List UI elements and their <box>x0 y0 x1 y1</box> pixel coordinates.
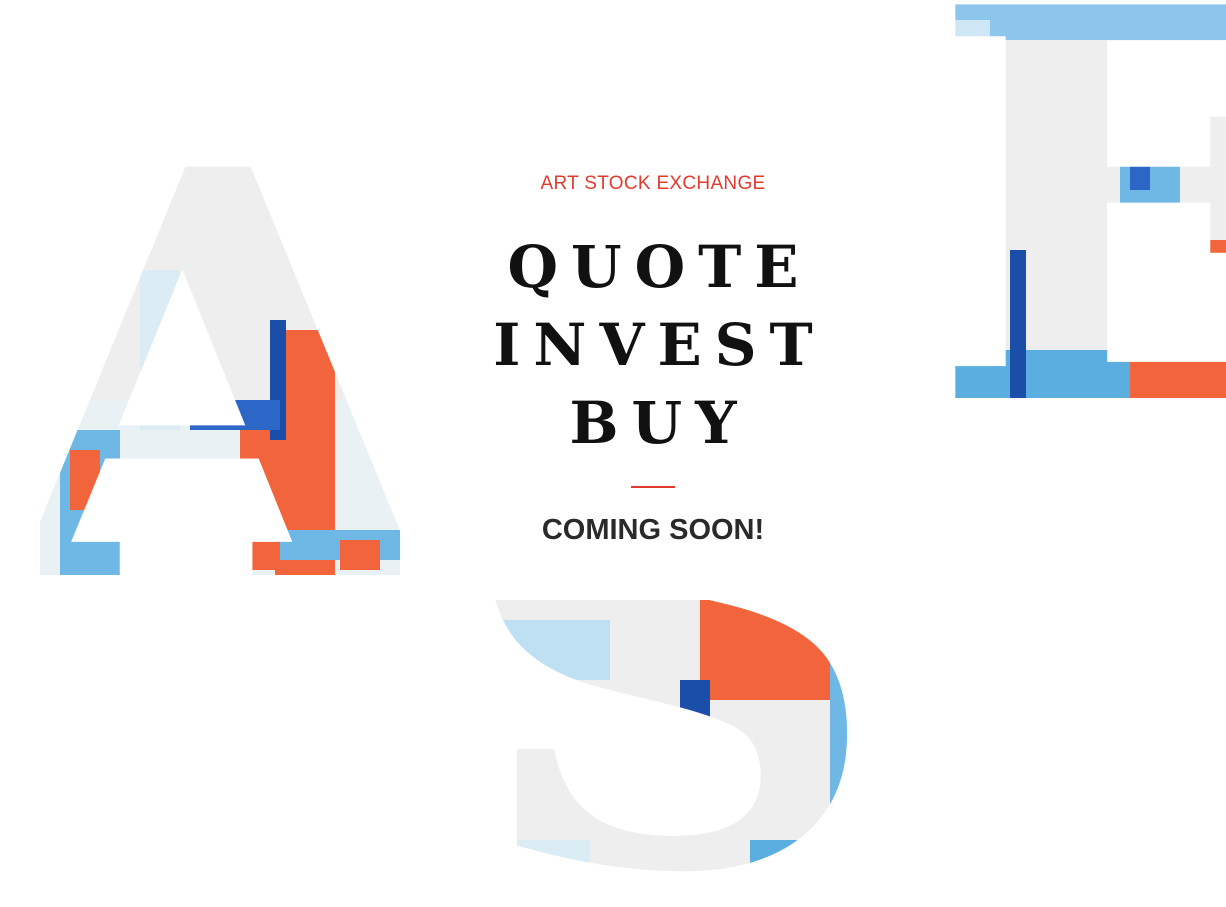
brand-eyebrow: ART STOCK EXCHANGE <box>540 173 766 194</box>
decorative-letter-a: A <box>40 150 400 580</box>
coming-soon-label: COMING SOON! <box>541 514 765 546</box>
accent-divider <box>631 486 675 488</box>
headline-line-1: QUOTE <box>507 233 812 301</box>
decorative-letter-e: E <box>930 0 1226 400</box>
decorative-letter-s: S <box>453 600 887 907</box>
headline: QUOTE INVEST BUY <box>430 228 876 462</box>
headline-line-2: INVEST <box>493 311 826 379</box>
hero-content: ART STOCK EXCHANGE QUOTE INVEST BUY COMI… <box>430 170 876 548</box>
headline-line-3: BUY <box>569 389 750 457</box>
